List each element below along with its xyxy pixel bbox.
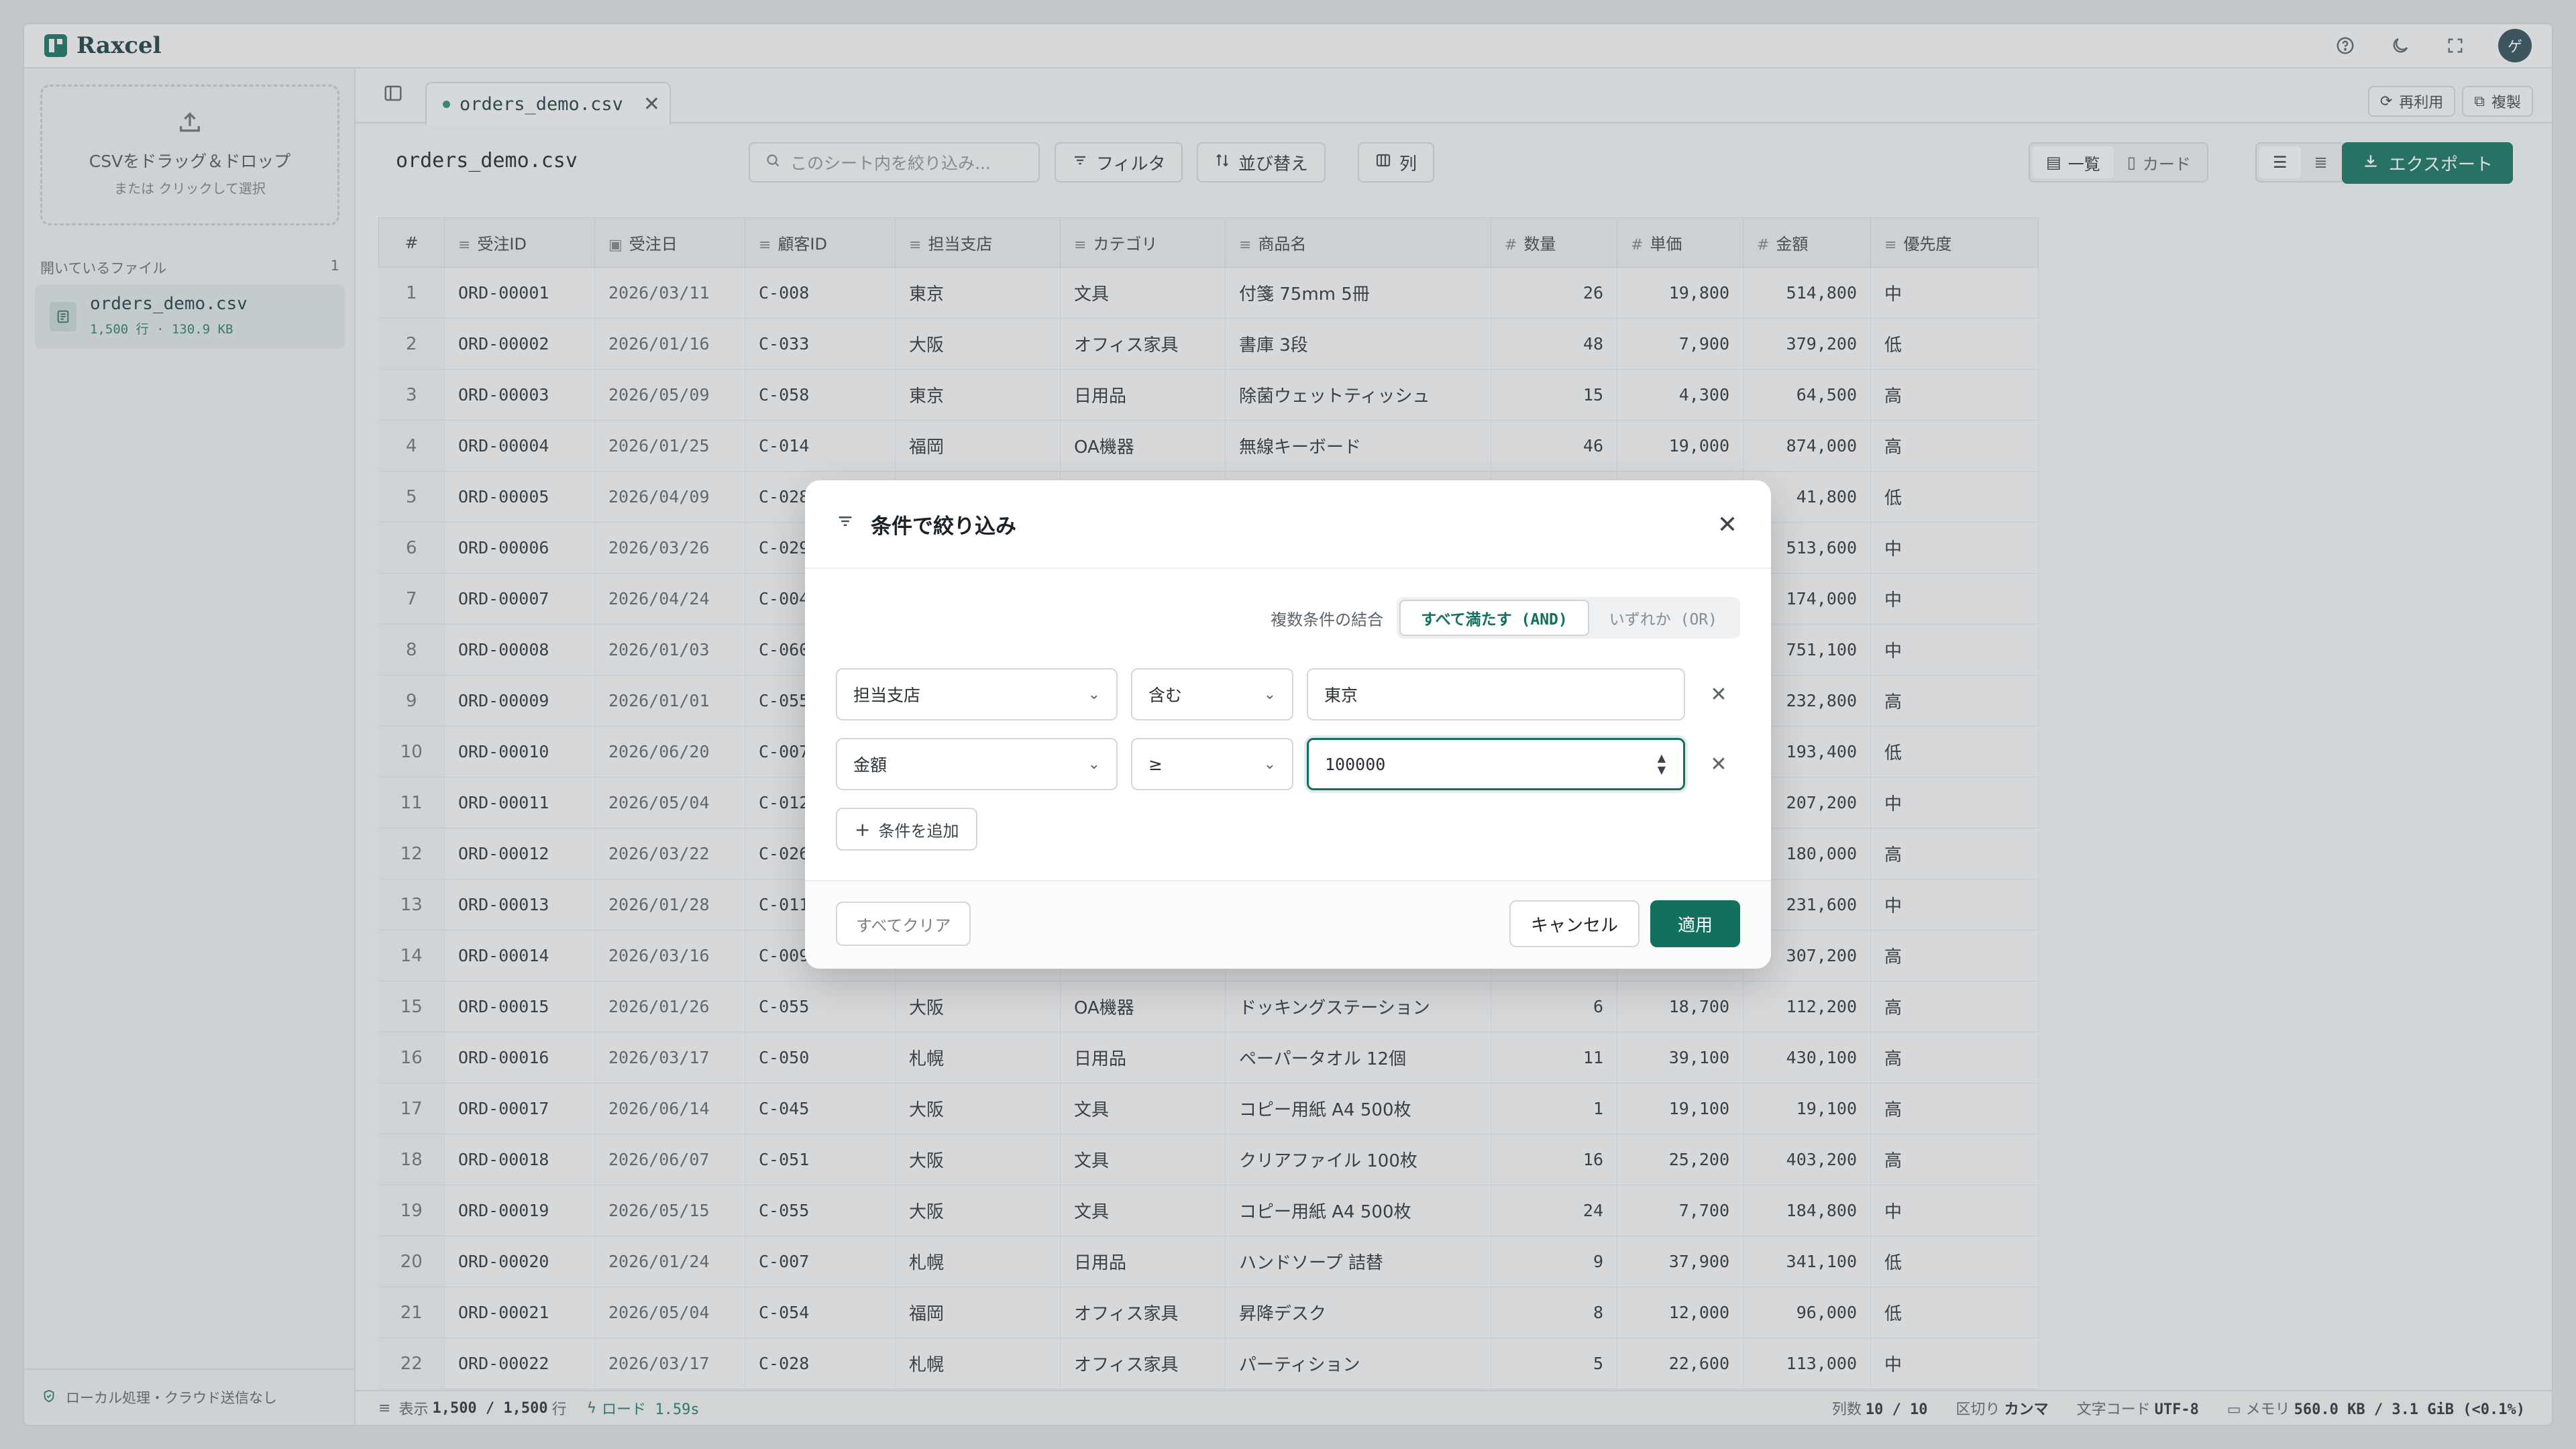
add-condition-button[interactable]: + 条件を追加 bbox=[836, 808, 978, 851]
combine-and-option[interactable]: すべて満たす (AND) bbox=[1399, 600, 1589, 636]
remove-condition-icon[interactable]: ✕ bbox=[1699, 738, 1739, 790]
dialog-header: 条件で絞り込み bbox=[805, 480, 1771, 569]
field-select[interactable]: 金額 ⌄ bbox=[836, 738, 1118, 790]
chevron-down-icon: ⌄ bbox=[1263, 755, 1276, 773]
dialog-footer: すべてクリア キャンセル 適用 bbox=[805, 880, 1771, 969]
chevron-down-icon: ⌄ bbox=[1263, 686, 1276, 703]
operator-select[interactable]: ≥ ⌄ bbox=[1131, 738, 1293, 790]
apply-button[interactable]: 適用 bbox=[1650, 900, 1740, 947]
number-spinner-icon[interactable]: ▲ ▼ bbox=[1658, 752, 1666, 776]
value-input[interactable]: 東京 bbox=[1307, 668, 1685, 720]
dialog-title: 条件で絞り込み bbox=[871, 514, 1016, 539]
value-input-text: 東京 bbox=[1324, 686, 1358, 705]
operator-select[interactable]: 含む ⌄ bbox=[1131, 668, 1293, 720]
condition-row: 金額 ⌄ ≥ ⌄ 100000 ▲ ▼ ✕ bbox=[836, 738, 1739, 790]
value-input-text: 100000 bbox=[1325, 754, 1386, 774]
operator-select-value: ≥ bbox=[1148, 754, 1163, 774]
clear-all-button[interactable]: すべてクリア bbox=[836, 902, 971, 946]
filter-dialog: 条件で絞り込み ✕ 複数条件の結合 すべて満たす (AND) いずれか (OR)… bbox=[805, 480, 1771, 969]
combine-mode: 複数条件の結合 すべて満たす (AND) いずれか (OR) bbox=[1271, 597, 1740, 639]
chevron-down-icon: ⌄ bbox=[1087, 686, 1100, 703]
operator-select-value: 含む bbox=[1148, 686, 1183, 705]
combine-toggle: すべて満たす (AND) いずれか (OR) bbox=[1397, 597, 1740, 639]
filter-icon bbox=[836, 512, 855, 536]
remove-condition-icon[interactable]: ✕ bbox=[1699, 668, 1739, 720]
plus-icon: + bbox=[855, 818, 871, 841]
field-select[interactable]: 担当支店 ⌄ bbox=[836, 668, 1118, 720]
add-condition-label: 条件を追加 bbox=[878, 821, 959, 841]
field-select-value: 金額 bbox=[853, 755, 888, 775]
value-number-input[interactable]: 100000 ▲ ▼ bbox=[1307, 738, 1685, 790]
chevron-down-icon: ⌄ bbox=[1087, 755, 1100, 773]
combine-or-option[interactable]: いずれか (OR) bbox=[1589, 600, 1737, 636]
cancel-button[interactable]: キャンセル bbox=[1509, 900, 1640, 947]
condition-row: 担当支店 ⌄ 含む ⌄ 東京 ✕ bbox=[836, 668, 1739, 720]
field-select-value: 担当支店 bbox=[853, 686, 921, 705]
combine-label: 複数条件の結合 bbox=[1271, 610, 1384, 629]
close-icon[interactable]: ✕ bbox=[1717, 511, 1737, 539]
